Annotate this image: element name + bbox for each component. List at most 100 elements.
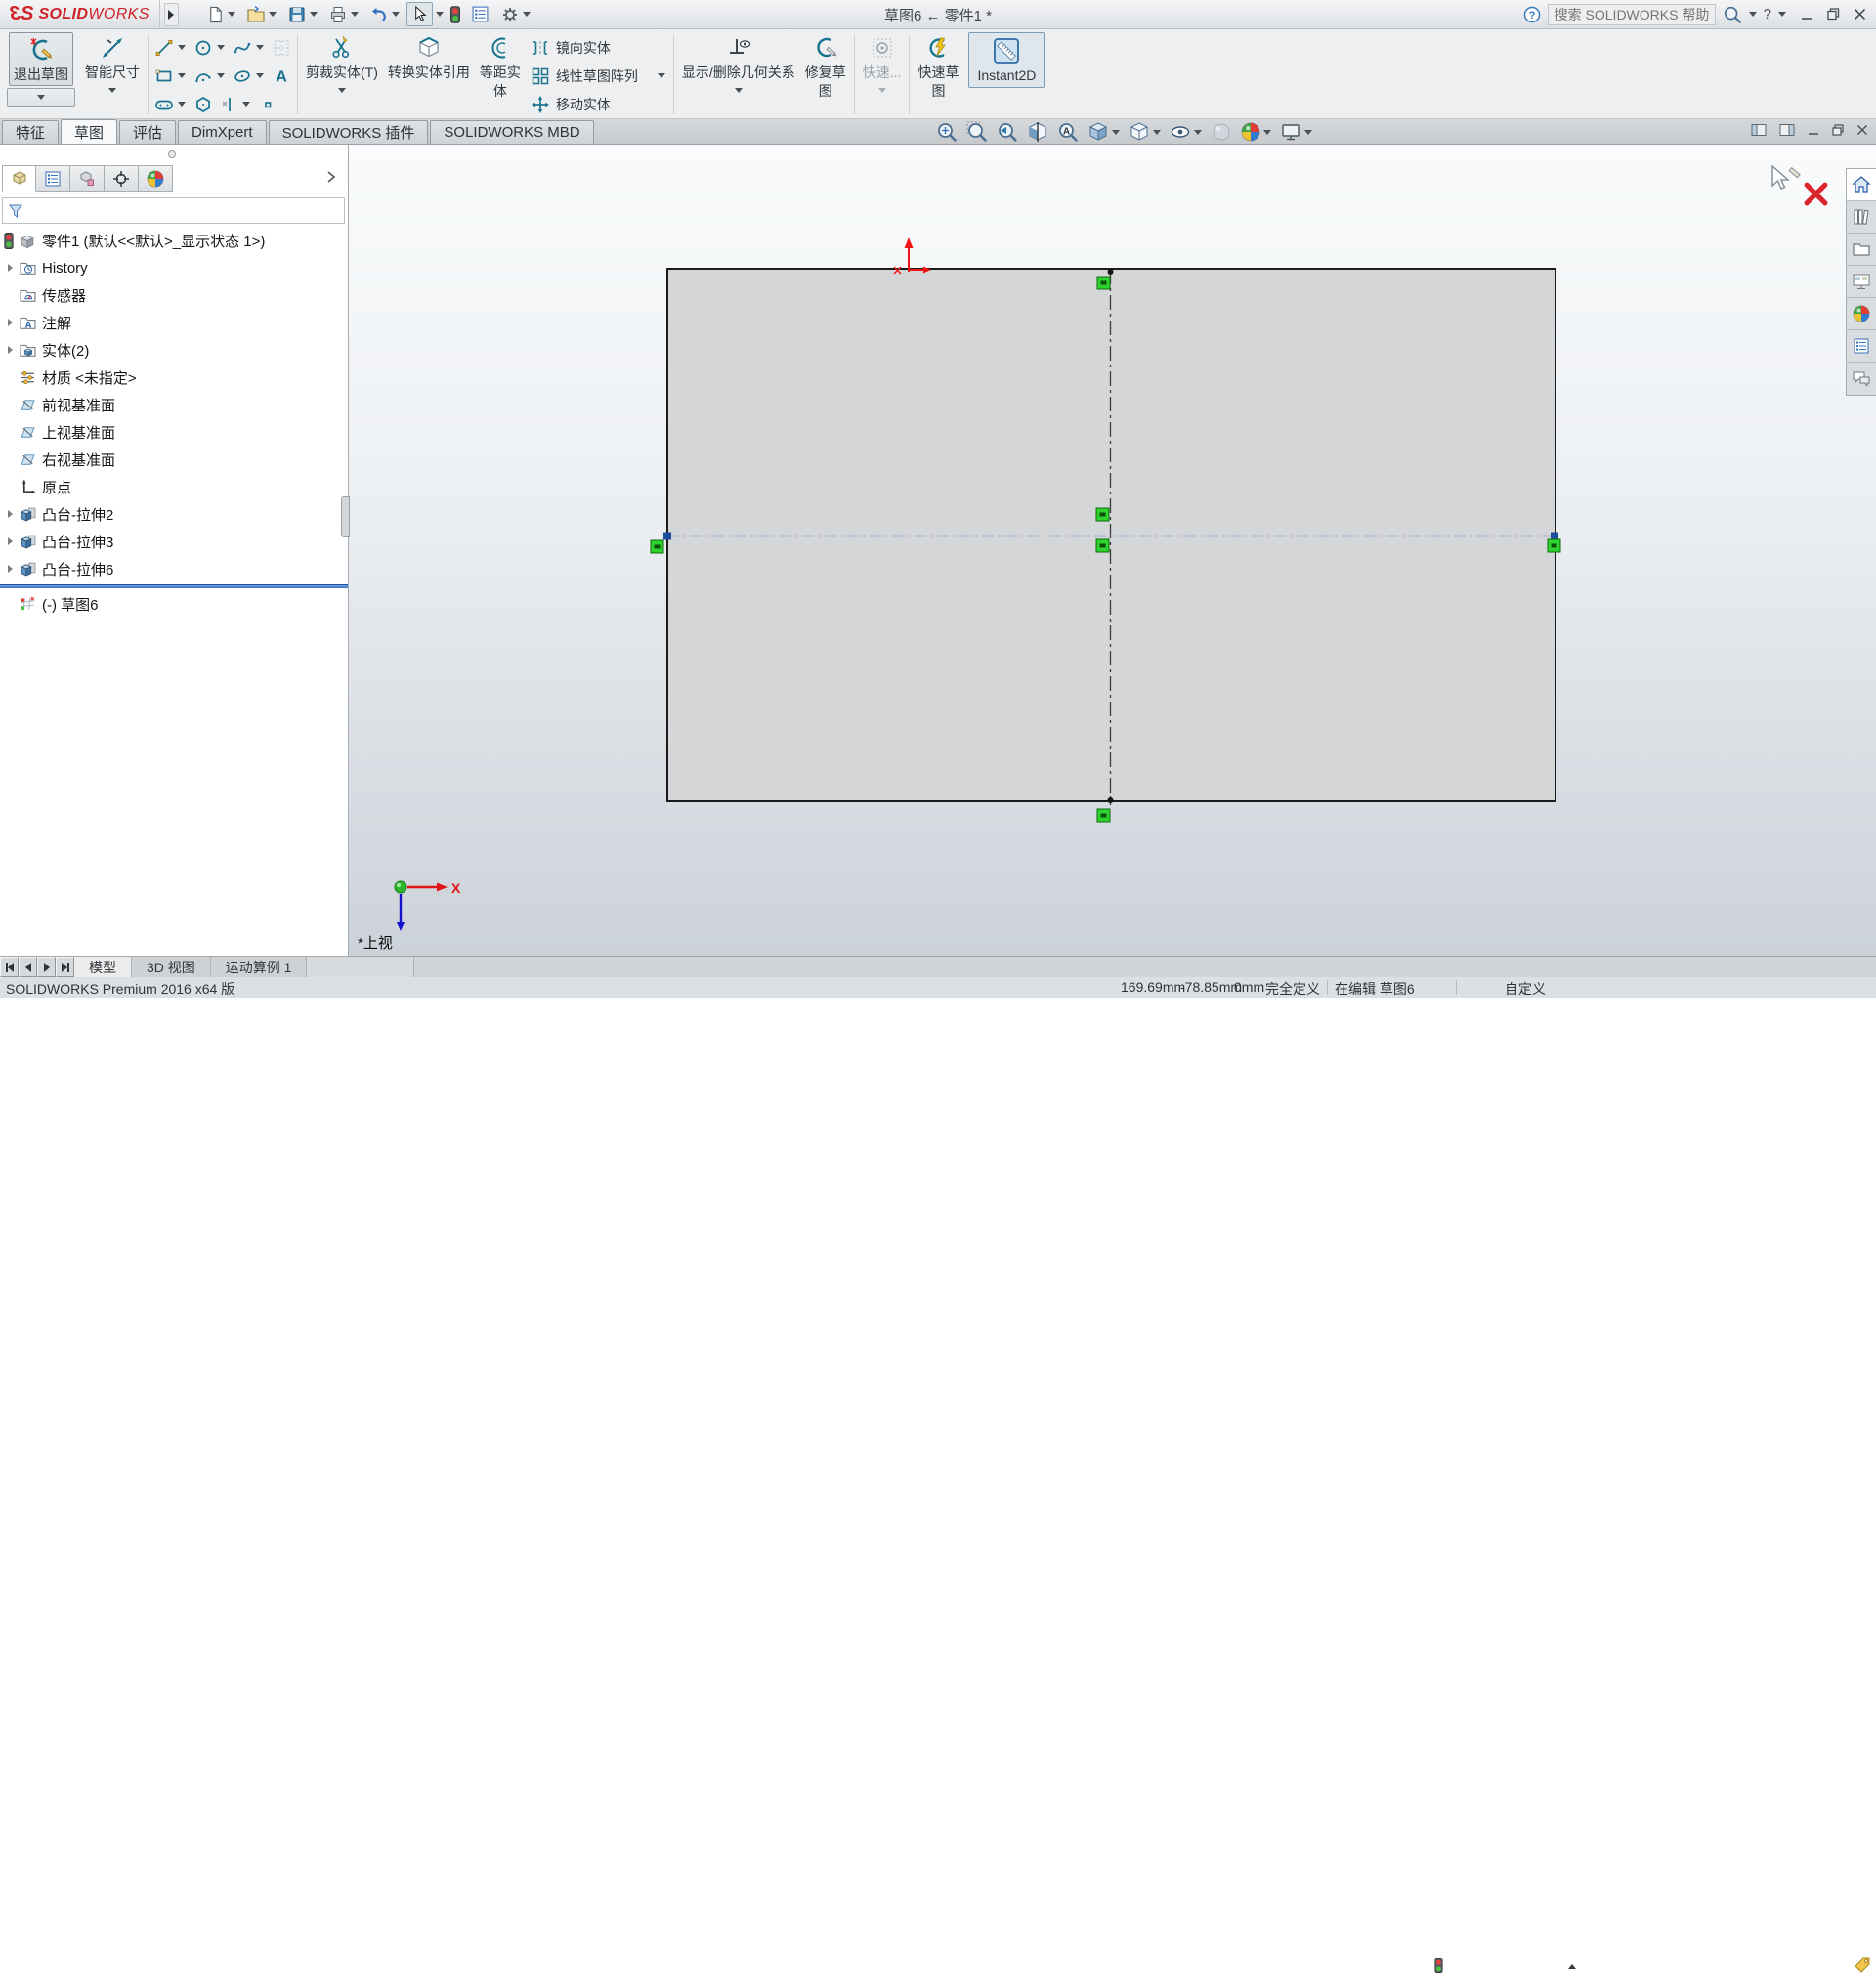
close-button[interactable] [1854, 8, 1866, 21]
line-tool-button[interactable] [151, 36, 177, 60]
open-file-button[interactable] [242, 2, 280, 27]
display-delete-relations-button[interactable]: 显示/删除几何关系 [677, 31, 800, 118]
sketch-face-rectangle[interactable] [666, 268, 1556, 802]
tab-dimxpert[interactable]: DimXpert [178, 120, 267, 144]
hide-show-dropdown[interactable] [1194, 129, 1202, 135]
view-orientation-button[interactable] [1087, 121, 1120, 143]
file-properties-button[interactable] [467, 2, 493, 26]
display-style-dropdown[interactable] [1153, 129, 1161, 135]
convert-entities-button[interactable]: 转换实体引用 [383, 31, 475, 118]
smart-dimension-dropdown[interactable] [108, 88, 116, 93]
tab-model[interactable]: 模型 [74, 957, 132, 977]
tab-solidworks-mbd[interactable]: SOLIDWORKS MBD [430, 120, 594, 144]
polygon-tool-button[interactable] [191, 93, 216, 116]
line-dropdown[interactable] [178, 45, 186, 50]
linear-sketch-pattern-button[interactable]: 线性草图阵列 [526, 62, 670, 90]
tree-item-top-plane[interactable]: 上视基准面 [8, 420, 115, 444]
minimize-button[interactable] [1801, 8, 1813, 21]
help-menu-dropdown[interactable] [1778, 12, 1786, 17]
design-library-button[interactable] [1847, 201, 1876, 234]
tab-motion-study[interactable]: 运动算例 1 [210, 957, 308, 977]
solidworks-forum-button[interactable] [1847, 363, 1876, 395]
relation-badge-mid-upper[interactable] [1095, 507, 1110, 522]
search-box[interactable] [1547, 3, 1716, 25]
view-orientation-dropdown[interactable] [1112, 129, 1120, 135]
panel-resize-grip[interactable] [341, 496, 350, 537]
sketch-text-tool-button[interactable]: A [269, 64, 294, 88]
expand-arrow-icon[interactable] [8, 537, 13, 545]
trim-entities-button[interactable]: 剪裁实体(T) [301, 31, 383, 118]
select-button[interactable] [405, 2, 433, 26]
tree-item-sensors[interactable]: 传感器 [8, 283, 86, 307]
tab-configurationmanager[interactable] [70, 165, 105, 192]
exit-sketch-dropdown[interactable] [7, 88, 75, 107]
apply-scene-dropdown[interactable] [1263, 129, 1271, 135]
rollback-bar[interactable] [0, 584, 348, 588]
slot-tool-button[interactable] [151, 93, 177, 116]
tree-item-history[interactable]: History [8, 256, 88, 279]
instant2d-button[interactable]: Instant2D [963, 31, 1049, 118]
open-file-dropdown[interactable] [268, 12, 277, 17]
spline-tool-button[interactable] [230, 36, 255, 60]
tree-filter-field[interactable] [2, 197, 345, 224]
previous-view-button[interactable] [997, 121, 1018, 143]
tab-propertymanager[interactable] [36, 165, 70, 192]
nav-next-button[interactable] [37, 957, 56, 977]
new-file-dropdown[interactable] [227, 12, 235, 17]
tab-solidworks-addins[interactable]: SOLIDWORKS 插件 [268, 120, 429, 144]
cancel-sketch-close-icon[interactable] [1803, 181, 1829, 207]
apply-scene-button[interactable] [1241, 122, 1271, 142]
undo-dropdown[interactable] [391, 12, 400, 17]
rectangle-tool-button[interactable] [151, 64, 177, 88]
zoom-to-fit-button[interactable] [936, 121, 958, 143]
save-dropdown[interactable] [309, 12, 318, 17]
relation-badge-bottom[interactable] [1096, 808, 1111, 823]
panel-splitter-dot[interactable] [168, 150, 176, 158]
tree-item-part-root[interactable]: 零件1 (默认<<默认>_显示状态 1>) [4, 229, 265, 252]
tree-item-boss-extrude3[interactable]: 凸台-拉伸3 [8, 530, 113, 553]
tab-featuremanager-tree[interactable] [2, 165, 36, 192]
centerline-bottom-endpoint[interactable] [1107, 797, 1114, 803]
rapid-sketch-button[interactable]: 快速草 图 [913, 31, 963, 118]
tab-dimxpertmanager[interactable] [105, 165, 139, 192]
help-circle-icon[interactable]: ? [1523, 6, 1541, 23]
doc-minimize-button[interactable] [1808, 124, 1819, 136]
move-entities-button[interactable]: 移动实体 [526, 90, 670, 118]
mirror-entities-button[interactable]: 镜向实体 [526, 33, 670, 62]
offset-entities-button[interactable]: 等距实 体 [475, 31, 526, 118]
smart-dimension-button[interactable]: 智能尺寸 [80, 31, 145, 118]
ellipse-tool-button[interactable] [230, 64, 255, 88]
section-view-button[interactable] [1027, 121, 1048, 143]
options-dropdown[interactable] [522, 12, 531, 17]
tab-3d-views[interactable]: 3D 视图 [132, 957, 211, 977]
view-settings-button[interactable] [1280, 121, 1312, 143]
line-endpoint-left[interactable] [663, 532, 671, 540]
spline-dropdown[interactable] [256, 45, 264, 50]
print-dropdown[interactable] [350, 12, 359, 17]
select-dropdown[interactable] [435, 12, 444, 17]
relation-badge-mid-lower[interactable] [1095, 538, 1110, 553]
circle-dropdown[interactable] [217, 45, 225, 50]
pane-left-icon[interactable] [1751, 123, 1767, 137]
view-palette-button[interactable] [1847, 266, 1876, 298]
expand-arrow-icon[interactable] [8, 346, 13, 354]
centerline-top-endpoint[interactable] [1107, 269, 1114, 275]
tree-item-solid-bodies[interactable]: 实体(2) [8, 338, 89, 362]
repair-sketch-button[interactable]: 修复草 图 [800, 31, 851, 118]
tree-item-boss-extrude6[interactable]: 凸台-拉伸6 [8, 557, 113, 580]
solidworks-resources-button[interactable] [1847, 169, 1876, 201]
relation-badge-right[interactable] [1547, 538, 1561, 553]
exit-sketch-button[interactable]: 退出草图 [2, 31, 80, 118]
relation-badge-top[interactable] [1096, 276, 1111, 290]
pane-right-icon[interactable] [1779, 123, 1795, 137]
options-button[interactable] [496, 2, 534, 27]
expand-arrow-icon[interactable] [8, 264, 13, 272]
tree-item-front-plane[interactable]: 前视基准面 [8, 393, 115, 416]
line-endpoint-right[interactable] [1551, 532, 1558, 540]
pattern-dropdown[interactable] [657, 73, 665, 78]
undo-button[interactable] [365, 2, 404, 27]
tab-evaluate[interactable]: 评估 [119, 120, 177, 144]
expand-arrow-icon[interactable] [8, 565, 13, 573]
new-file-button[interactable] [202, 2, 239, 27]
tab-features[interactable]: 特征 [2, 120, 60, 144]
